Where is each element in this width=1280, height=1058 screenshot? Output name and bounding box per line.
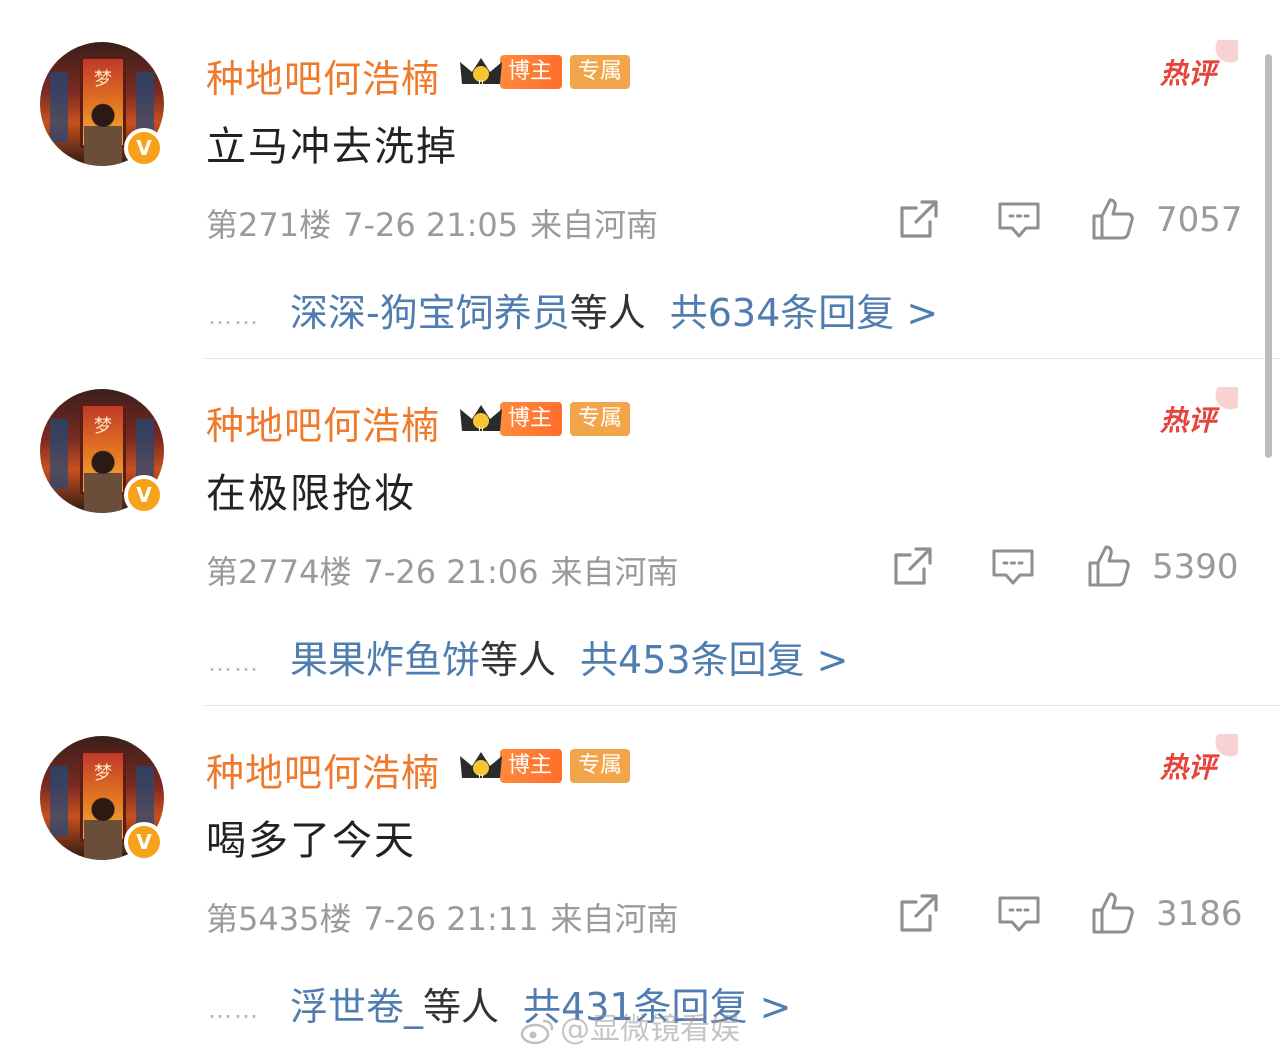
- reply-total-link[interactable]: 共453条回复 >: [580, 638, 848, 682]
- reply-etc: 等人: [480, 638, 557, 682]
- svg-text:II: II: [478, 79, 484, 90]
- like-count: 3186: [1156, 894, 1243, 934]
- reply-etc: 等人: [569, 291, 646, 335]
- comment-time: 7-26 21:11: [363, 900, 539, 938]
- verified-badge: V: [124, 822, 164, 862]
- blogger-badge: 博主: [500, 749, 563, 783]
- like-count: 5390: [1152, 547, 1239, 587]
- username[interactable]: 种地吧何浩楠: [206, 48, 440, 103]
- weibo-icon: [520, 1017, 556, 1045]
- floor-number: 第271楼: [206, 206, 332, 244]
- watermark: @显微镜看娱: [520, 1004, 740, 1048]
- svg-text:II: II: [478, 773, 484, 784]
- svg-text:II: II: [478, 426, 484, 437]
- comment-meta: 第271楼 7-26 21:05 来自河南: [206, 200, 658, 246]
- reply-summary[interactable]: …… 果果炸鱼饼等人 共453条回复 >: [208, 629, 848, 684]
- comment-item: 梦 V 种地吧何浩楠 II 博主 专属 热评 喝多了今天 第5435楼 7-26 …: [0, 694, 1280, 1041]
- reply-users-link[interactable]: 浮世卷_: [290, 985, 423, 1029]
- reply-users-link[interactable]: 果果炸鱼饼: [290, 638, 480, 682]
- comment-text: 立马冲去洗掉: [206, 124, 458, 170]
- blogger-badge: 博主: [500, 55, 563, 89]
- avatar-decoration: [84, 794, 122, 860]
- comment-text: 喝多了今天: [206, 818, 416, 864]
- user-badges: II 博主 专属: [458, 746, 631, 786]
- avatar-decoration: [84, 447, 122, 513]
- floor-number: 第2774楼: [206, 553, 352, 591]
- comment-item: 梦 V 种地吧何浩楠 II 博主 专属 热评 在极限抢妆 第2774楼 7-26 …: [0, 347, 1280, 706]
- floor-number: 第5435楼: [206, 900, 352, 938]
- scrollbar[interactable]: [1265, 54, 1272, 458]
- user-badges: II 博主 专属: [458, 399, 631, 439]
- share-icon[interactable]: [896, 196, 942, 242]
- comment-text: 在极限抢妆: [206, 471, 416, 517]
- crown-icon: II: [458, 54, 504, 90]
- comment-location: 来自河南: [530, 206, 659, 244]
- exclusive-badge: 专属: [570, 749, 631, 783]
- user-badges: II 博主 专属: [458, 52, 631, 92]
- watermark-text: @显微镜看娱: [560, 1012, 740, 1047]
- avatar-decoration: [50, 766, 68, 836]
- hot-comment-label: 热评: [1160, 57, 1217, 90]
- comment-meta: 第2774楼 7-26 21:06 来自河南: [206, 547, 678, 593]
- verified-badge: V: [124, 475, 164, 515]
- avatar-decoration: [50, 72, 68, 142]
- comment-meta: 第5435楼 7-26 21:11 来自河南: [206, 894, 678, 940]
- hot-comment-badge: 热评: [1160, 40, 1238, 92]
- verified-badge: V: [124, 128, 164, 168]
- hot-comment-label: 热评: [1160, 751, 1217, 784]
- hot-comment-badge: 热评: [1160, 734, 1238, 786]
- share-icon[interactable]: [890, 543, 936, 589]
- reply-users-link[interactable]: 深深-狗宝饲养员: [290, 291, 570, 335]
- share-icon[interactable]: [896, 890, 942, 936]
- comment-time: 7-26 21:06: [363, 553, 539, 591]
- like-icon[interactable]: [1090, 196, 1136, 242]
- comment-icon[interactable]: [996, 890, 1042, 936]
- reply-etc: 等人: [423, 985, 500, 1029]
- comment-icon[interactable]: [990, 543, 1036, 589]
- username[interactable]: 种地吧何浩楠: [206, 742, 440, 797]
- reply-dots: ……: [208, 648, 260, 677]
- reply-dots: ……: [208, 301, 260, 330]
- comment-location: 来自河南: [550, 553, 679, 591]
- hot-comment-badge: 热评: [1160, 387, 1238, 439]
- crown-icon: II: [458, 401, 504, 437]
- reply-summary[interactable]: …… 深深-狗宝饲养员等人 共634条回复 >: [208, 282, 938, 337]
- comment-time: 7-26 21:05: [343, 206, 519, 244]
- comment-icon[interactable]: [996, 196, 1042, 242]
- reply-dots: ……: [208, 995, 260, 1024]
- hot-comment-label: 热评: [1160, 404, 1217, 437]
- username[interactable]: 种地吧何浩楠: [206, 395, 440, 450]
- comment-item: 梦 V 种地吧何浩楠 II 博主 专属 热评 立马冲去洗掉 第271楼 7-26 …: [0, 0, 1280, 359]
- avatar-decoration: [50, 419, 68, 489]
- crown-icon: II: [458, 748, 504, 784]
- like-icon[interactable]: [1090, 890, 1136, 936]
- like-count: 7057: [1156, 200, 1243, 240]
- exclusive-badge: 专属: [570, 402, 631, 436]
- comment-location: 来自河南: [550, 900, 679, 938]
- like-icon[interactable]: [1086, 543, 1132, 589]
- avatar-decoration: [84, 100, 122, 166]
- blogger-badge: 博主: [500, 402, 563, 436]
- reply-total-link[interactable]: 共634条回复 >: [670, 291, 938, 335]
- exclusive-badge: 专属: [570, 55, 631, 89]
